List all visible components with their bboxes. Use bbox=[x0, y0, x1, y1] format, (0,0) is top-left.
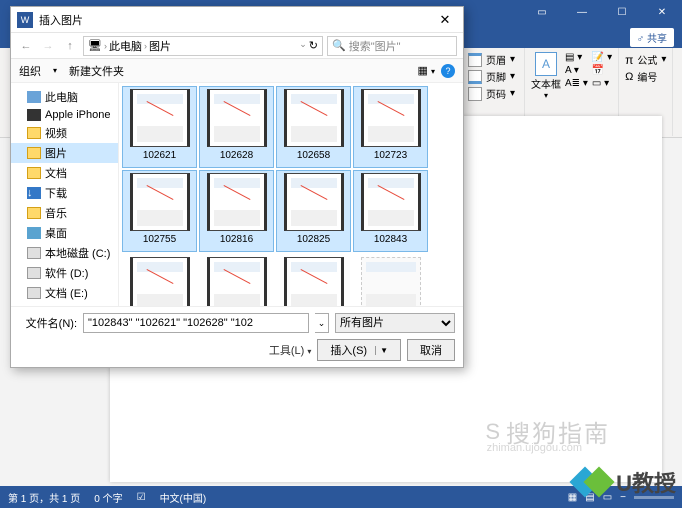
tree-ddrive[interactable]: 软件 (D:) bbox=[11, 263, 118, 283]
wordart-button[interactable]: A ▾ bbox=[565, 65, 588, 76]
object-button[interactable]: ▭ ▾ bbox=[592, 78, 612, 89]
sigline-button[interactable]: 📝 ▾ bbox=[592, 52, 612, 63]
dialog-title: 插入图片 bbox=[39, 12, 83, 28]
insert-picture-dialog: W 插入图片 ✕ ← → ↑ 🖥› 此电脑› 图片 ⌄↻ 🔍 搜索"图片" 组织… bbox=[10, 6, 464, 368]
help-icon[interactable]: ? bbox=[441, 64, 455, 78]
thumb-item[interactable] bbox=[276, 254, 351, 306]
symbol-button[interactable]: Ω 编号 bbox=[625, 69, 666, 84]
thumb-item[interactable]: 102843 bbox=[353, 170, 428, 252]
forward-button[interactable]: → bbox=[39, 37, 57, 55]
thumb-item[interactable] bbox=[199, 254, 274, 306]
view-options-icon[interactable]: ▦ ▾ bbox=[418, 64, 435, 77]
nav-tree[interactable]: 此电脑 Apple iPhone 视频 图片 文档 ↓下载 音乐 桌面 本地磁盘… bbox=[11, 83, 119, 306]
insert-button[interactable]: 插入(S)▼ bbox=[317, 339, 401, 361]
maximize-icon[interactable]: ☐ bbox=[602, 0, 642, 26]
cancel-button[interactable]: 取消 bbox=[407, 339, 455, 361]
tree-pictures[interactable]: 图片 bbox=[11, 143, 118, 163]
thumb-item[interactable]: 102825 bbox=[276, 170, 351, 252]
tree-edrive[interactable]: 文档 (E:) bbox=[11, 283, 118, 303]
thumb-item[interactable] bbox=[353, 254, 428, 306]
search-input[interactable]: 🔍 搜索"图片" bbox=[327, 36, 457, 56]
thumbnail-grid[interactable]: 102621 102628 102658 102723 102755 10281… bbox=[119, 83, 463, 306]
thumb-item[interactable]: 102816 bbox=[199, 170, 274, 252]
pagenum-button[interactable]: 页码 ▾ bbox=[468, 86, 518, 101]
breadcrumb[interactable]: 🖥› 此电脑› 图片 ⌄↻ bbox=[83, 36, 323, 56]
dialog-nav: ← → ↑ 🖥› 此电脑› 图片 ⌄↻ 🔍 搜索"图片" bbox=[11, 33, 463, 59]
status-proof-icon[interactable]: ☑ bbox=[137, 492, 146, 503]
tree-downloads[interactable]: ↓下载 bbox=[11, 183, 118, 203]
close-icon[interactable]: ✕ bbox=[642, 0, 682, 26]
dialog-toolbar: 组织▾ 新建文件夹 ▦ ▾ ? bbox=[11, 59, 463, 83]
search-icon: 🔍 bbox=[332, 39, 346, 52]
dropcap-button[interactable]: A≣ ▾ bbox=[565, 78, 588, 89]
tree-desktop[interactable]: 桌面 bbox=[11, 223, 118, 243]
status-page[interactable]: 第 1 页，共 1 页 bbox=[8, 490, 80, 505]
thumb-item[interactable]: 102621 bbox=[122, 86, 197, 168]
share-button[interactable]: ♂ 共享 bbox=[630, 28, 674, 47]
pc-icon: 🖥 bbox=[88, 39, 102, 52]
quickparts-button[interactable]: ▤ ▾ bbox=[565, 52, 588, 63]
header-button[interactable]: 页眉 ▾ bbox=[468, 52, 518, 67]
equation-button[interactable]: π 公式 ▾ bbox=[625, 52, 666, 67]
tree-music[interactable]: 音乐 bbox=[11, 203, 118, 223]
word-icon: W bbox=[17, 12, 33, 28]
organize-button[interactable]: 组织 bbox=[19, 63, 41, 79]
filename-label: 文件名(N): bbox=[19, 315, 77, 331]
tree-docs[interactable]: 文档 bbox=[11, 163, 118, 183]
logo-text: U教授 bbox=[616, 466, 676, 498]
thumb-item[interactable]: 102755 bbox=[122, 170, 197, 252]
filter-select[interactable]: 所有图片 bbox=[335, 313, 455, 333]
up-button[interactable]: ↑ bbox=[61, 37, 79, 55]
dialog-footer: 文件名(N): ⌄ 所有图片 工具(L) ▾ 插入(S)▼ 取消 bbox=[11, 306, 463, 367]
ribbon-options-icon[interactable]: ▭ bbox=[522, 0, 562, 26]
back-button[interactable]: ← bbox=[17, 37, 35, 55]
status-lang[interactable]: 中文(中国) bbox=[160, 490, 207, 505]
status-words[interactable]: 0 个字 bbox=[94, 490, 122, 505]
dialog-titlebar[interactable]: W 插入图片 ✕ bbox=[11, 7, 463, 33]
watermark-url: zhiman.ujogou.com bbox=[487, 442, 582, 454]
thumb-item[interactable] bbox=[122, 254, 197, 306]
thumb-item[interactable]: 102723 bbox=[353, 86, 428, 168]
new-folder-button[interactable]: 新建文件夹 bbox=[69, 63, 124, 79]
tree-cdrive[interactable]: 本地磁盘 (C:) bbox=[11, 243, 118, 263]
footer-button[interactable]: 页脚 ▾ bbox=[468, 69, 518, 84]
close-icon[interactable]: ✕ bbox=[433, 12, 457, 28]
refresh-icon[interactable]: ↻ bbox=[309, 39, 318, 52]
chevron-down-icon: ▼ bbox=[375, 346, 388, 355]
tree-iphone[interactable]: Apple iPhone bbox=[11, 107, 118, 123]
logo-overlay: U教授 bbox=[574, 466, 676, 498]
filename-dropdown[interactable]: ⌄ bbox=[315, 313, 329, 333]
datetime-button[interactable]: 📅 bbox=[592, 65, 612, 76]
filename-input[interactable] bbox=[83, 313, 309, 333]
tree-video[interactable]: 视频 bbox=[11, 123, 118, 143]
textbox-button[interactable]: A 文本框▾ bbox=[531, 52, 561, 100]
tree-thispc[interactable]: 此电脑 bbox=[11, 87, 118, 107]
minimize-icon[interactable]: — bbox=[562, 0, 602, 26]
thumb-item[interactable]: 102658 bbox=[276, 86, 351, 168]
thumb-item[interactable]: 102628 bbox=[199, 86, 274, 168]
tools-button[interactable]: 工具(L) ▾ bbox=[269, 342, 312, 358]
